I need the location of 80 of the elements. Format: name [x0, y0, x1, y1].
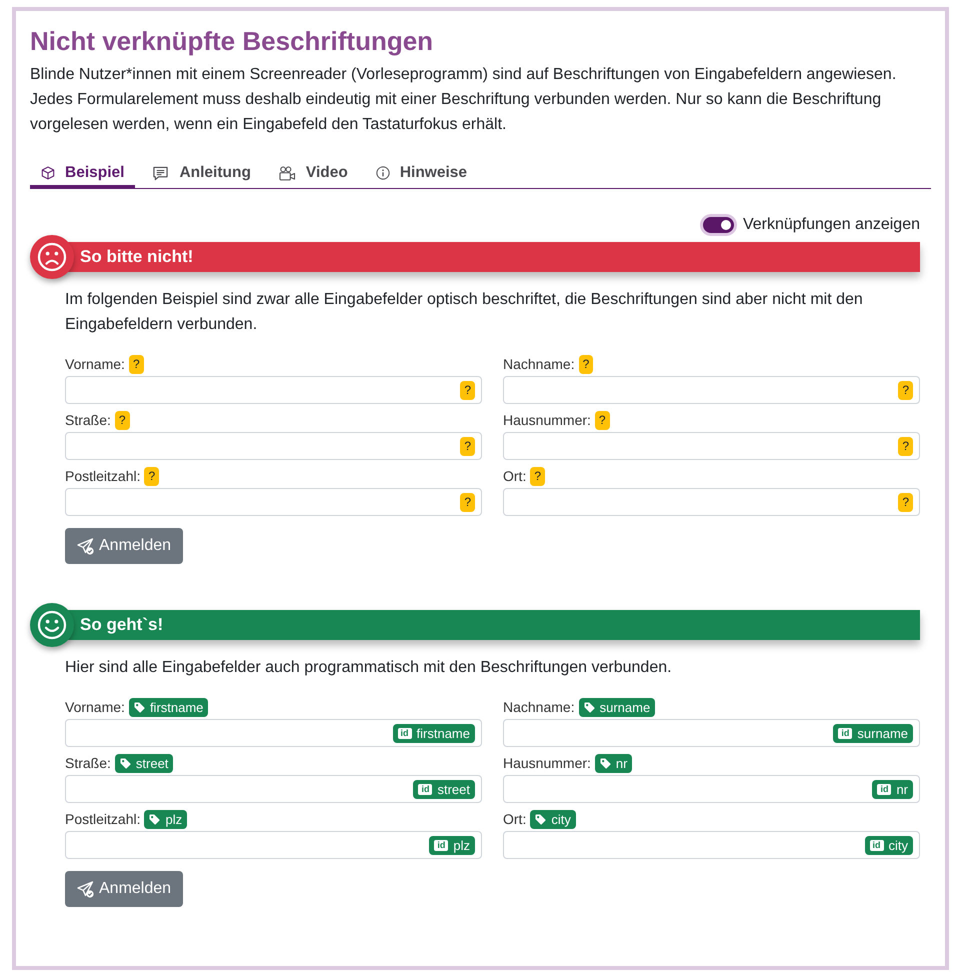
- chat-icon: [152, 166, 170, 180]
- question-badge: ?: [128, 354, 144, 374]
- tag-icon: [149, 814, 160, 824]
- id-label: id: [877, 784, 892, 794]
- tab[interactable]: Video: [268, 158, 359, 189]
- submit-button[interactable]: Anmelden: [65, 528, 184, 564]
- tag-text: nr: [616, 756, 628, 770]
- id-label: id: [870, 840, 884, 850]
- intro-text: Blinde Nutzer*innen mit einem Screenreader (Vorleseprogramm) sind auf Beschriftungen von Eingabefeldern angewiesen. Jedes Formularelement muss deshalb eindeutig mit einer Beschriftung verbunden werden. Nur so kann die Beschriftung vorgelesen werden, wenn ein Eingabefeld den Tastaturfokus erhält.: [30, 65, 898, 135]
- field-label: Postleitzahl:: [65, 811, 140, 827]
- section-text: Hier sind alle Eingabefelder auch programmatisch mit den Beschriftungen verbunden.: [65, 658, 673, 678]
- id-label: id: [398, 728, 412, 738]
- field-label: Ort:: [503, 811, 526, 827]
- tag-text: city: [551, 812, 571, 826]
- question-badge: ?: [144, 466, 160, 486]
- tag-icon: [134, 702, 145, 712]
- tag-text: nr: [896, 782, 908, 796]
- tab[interactable]: Anleitung: [141, 158, 262, 189]
- camera-icon: [278, 166, 296, 180]
- field-label: Nachname:: [503, 699, 575, 715]
- question-badge: ?: [898, 492, 913, 512]
- question-badge: ?: [114, 410, 130, 430]
- input-field[interactable]: id nr: [503, 775, 920, 803]
- question-badge: ?: [530, 466, 546, 486]
- field-label: Nachname:: [503, 356, 575, 372]
- toggle-switch[interactable]: [702, 217, 734, 233]
- field-label: Vorname:: [65, 356, 125, 372]
- question-badge: ?: [460, 492, 475, 512]
- input-field[interactable]: ?: [503, 432, 920, 460]
- field-label: Vorname:: [65, 699, 125, 715]
- section-text: Im folgenden Beispiel sind zwar alle Eingabefelder optisch beschriftet, die Beschriftungen sind aber nicht mit den Eingabefeldern verbunden.: [65, 290, 864, 335]
- tag-text: plz: [165, 812, 182, 826]
- input-field[interactable]: id plz: [65, 831, 482, 859]
- input-field[interactable]: ?: [65, 432, 482, 460]
- toggle-label: Verknüpfungen anzeigen: [742, 215, 920, 235]
- tag-icon: [120, 758, 131, 768]
- id-label: id: [434, 840, 448, 850]
- question-badge: ?: [898, 436, 913, 456]
- question-badge: ?: [898, 380, 913, 400]
- id-label: id: [418, 784, 432, 794]
- input-field[interactable]: ?: [503, 376, 920, 404]
- field-label: Straße:: [65, 755, 111, 771]
- tag-text: surname: [600, 700, 650, 714]
- send-check-icon: [77, 538, 95, 554]
- tag-text: city: [888, 838, 908, 852]
- input-field[interactable]: ?: [503, 488, 920, 516]
- field-label: Straße:: [65, 412, 111, 428]
- input-field[interactable]: id surname: [503, 719, 920, 747]
- tag-icon: [600, 758, 611, 768]
- tag-text: surname: [857, 726, 908, 740]
- section-title: So bitte nicht!: [80, 247, 194, 267]
- id-label: id: [838, 728, 852, 738]
- question-badge: ?: [460, 380, 475, 400]
- cube-icon: [41, 166, 55, 180]
- submit-button[interactable]: Anmelden: [65, 871, 184, 907]
- section-title: So geht`s!: [80, 615, 164, 635]
- tag-text: plz: [453, 838, 470, 852]
- question-badge: ?: [460, 436, 475, 456]
- tag-icon: [535, 814, 546, 824]
- tag-icon: [584, 702, 595, 712]
- tag-text: street: [136, 756, 168, 770]
- field-label: Hausnummer:: [503, 755, 591, 771]
- question-badge: ?: [578, 354, 594, 374]
- input-field[interactable]: id city: [503, 831, 920, 859]
- input-field[interactable]: id firstname: [65, 719, 482, 747]
- send-check-icon: [77, 880, 95, 898]
- page-title: Nicht verknüpfte Beschriftungen: [30, 25, 434, 57]
- input-field[interactable]: ?: [65, 488, 482, 516]
- tag-text: firstname: [150, 700, 204, 714]
- input-field[interactable]: id street: [65, 775, 482, 803]
- info-icon: [376, 166, 390, 180]
- tag-text: street: [437, 782, 470, 796]
- question-badge: ?: [594, 410, 610, 430]
- input-field[interactable]: ?: [65, 376, 482, 404]
- field-label: Ort:: [503, 468, 526, 484]
- tab[interactable]: Hinweise: [364, 158, 478, 189]
- tab[interactable]: Beispiel: [30, 158, 136, 189]
- field-label: Postleitzahl:: [65, 468, 140, 484]
- tag-text: firstname: [416, 726, 470, 740]
- field-label: Hausnummer:: [503, 412, 591, 428]
